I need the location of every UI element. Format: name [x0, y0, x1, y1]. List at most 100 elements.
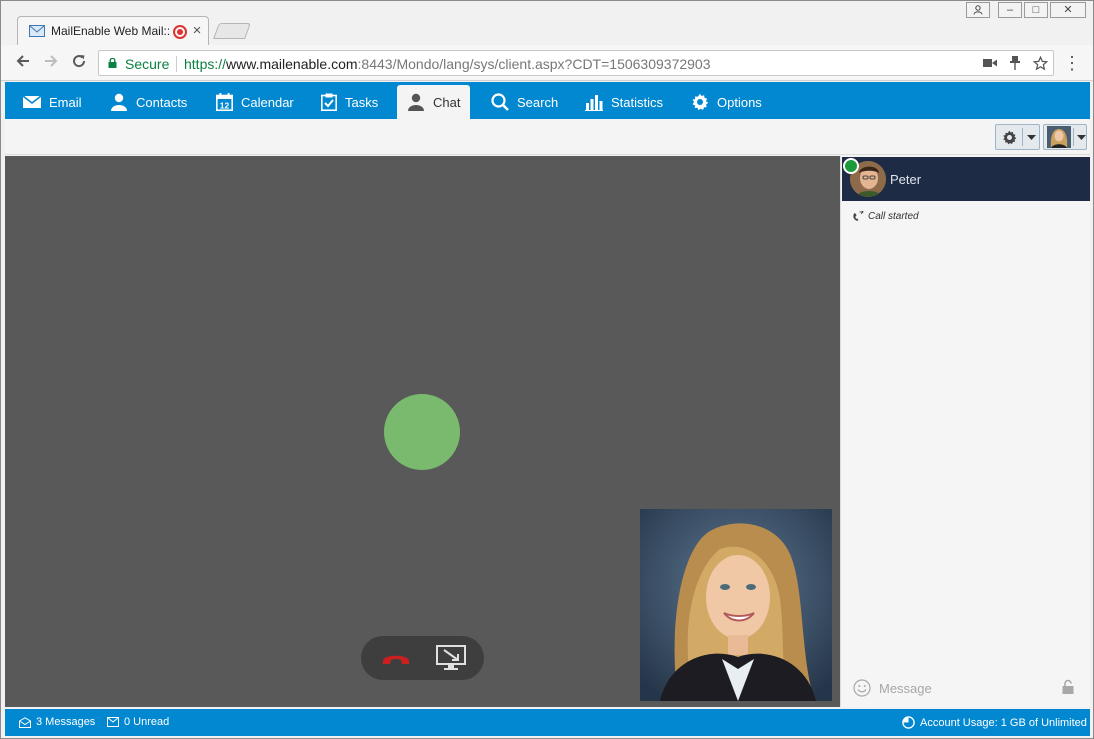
emoji-icon[interactable] — [853, 679, 871, 697]
user-icon — [973, 5, 983, 15]
phone-icon — [853, 211, 864, 221]
gear-icon — [692, 93, 709, 111]
forward-button[interactable] — [40, 52, 62, 74]
nav-options-label: Options — [717, 94, 762, 110]
remote-participant-avatar — [384, 394, 460, 470]
nav-calendar-label: Calendar — [241, 94, 294, 110]
presence-online-indicator — [843, 158, 859, 174]
bookmark-star-icon[interactable] — [1032, 55, 1048, 72]
account-usage-label: Account Usage: 1 GB of Unlimited — [920, 716, 1087, 729]
settings-dropdown-button[interactable] — [995, 124, 1040, 150]
lock-icon — [108, 58, 117, 68]
nav-chat[interactable]: Chat — [397, 85, 471, 119]
envelope-icon — [23, 95, 41, 108]
new-tab-button[interactable] — [213, 23, 251, 39]
status-bar: 3 Messages 0 Unread Account Usage: 1 GB … — [5, 709, 1090, 736]
browser-menu-button[interactable]: ⋮ — [1063, 53, 1081, 73]
call-controls — [361, 636, 484, 680]
contact-name: Peter — [890, 172, 922, 187]
address-bar[interactable]: Secure https://www.mailenable.com:8443/M… — [98, 50, 1054, 76]
divider — [1073, 128, 1074, 146]
arrow-left-icon — [16, 55, 29, 67]
call-started-event: Call started — [853, 211, 919, 222]
screen-share-icon — [436, 645, 466, 670]
tab-close-button[interactable]: × — [190, 22, 204, 40]
browser-toolbar: Secure https://www.mailenable.com:8443/M… — [1, 45, 1093, 81]
maximize-button[interactable]: □ — [1024, 2, 1048, 18]
nav-calendar[interactable]: 12 Calendar — [206, 85, 304, 119]
nav-search-label: Search — [517, 94, 559, 110]
video-call-area — [5, 156, 840, 707]
self-video-image — [640, 509, 832, 701]
divider — [1022, 128, 1023, 146]
nav-email[interactable]: Email — [13, 85, 92, 119]
messages-count[interactable]: 3 Messages — [19, 716, 95, 728]
chat-panel: Peter Call started — [840, 156, 1090, 707]
divider — [176, 56, 177, 72]
tab-strip: MailEnable Web Mail:: S × – □ ✕ — [1, 1, 1093, 46]
avatar — [1047, 126, 1071, 148]
profile-button[interactable] — [966, 2, 990, 18]
nav-statistics[interactable]: Statistics — [575, 85, 673, 119]
nav-contacts-label: Contacts — [136, 94, 188, 110]
url-host: www.mailenable.com — [226, 56, 358, 72]
person-icon — [111, 93, 127, 111]
phone-hangup-icon — [383, 655, 409, 664]
url-path: :8443/Mondo/lang/sys/client.aspx?CDT=150… — [357, 56, 711, 72]
calendar-day: 12 — [220, 100, 230, 110]
nav-search[interactable]: Search — [481, 85, 568, 119]
url-text[interactable]: https://www.mailenable.com:8443/Mondo/la… — [184, 56, 711, 72]
messages-count-label: 3 Messages — [36, 716, 96, 728]
nav-tasks-label: Tasks — [345, 94, 379, 110]
search-icon — [491, 93, 509, 111]
hangup-button[interactable] — [375, 644, 415, 672]
nav-email-label: Email — [49, 94, 82, 110]
browser-tab[interactable]: MailEnable Web Mail:: S × — [17, 16, 209, 46]
nav-options[interactable]: Options — [681, 85, 772, 119]
close-window-button[interactable]: ✕ — [1050, 2, 1086, 18]
reload-icon — [73, 55, 86, 68]
calendar-icon: 12 — [216, 93, 233, 111]
chat-header[interactable]: Peter — [842, 157, 1090, 201]
nav-contacts[interactable]: Contacts — [100, 85, 197, 119]
chevron-down-icon — [1077, 135, 1086, 140]
app-navigation: Email Contacts 12 Calendar Tasks Chat Se… — [5, 82, 1090, 119]
clipboard-icon — [321, 93, 337, 111]
tab-title: MailEnable Web Mail:: S — [51, 24, 169, 38]
arrow-right-icon — [45, 55, 58, 67]
call-started-text: Call started — [868, 211, 919, 222]
recording-indicator-icon — [173, 25, 187, 39]
nav-chat-label: Chat — [433, 94, 461, 110]
pin-glyph — [1010, 56, 1020, 70]
lock-icon[interactable] — [1061, 679, 1075, 695]
reload-button[interactable] — [68, 52, 90, 74]
self-video-preview — [640, 509, 832, 701]
envelope-icon — [29, 25, 45, 37]
browser-window: MailEnable Web Mail:: S × – □ ✕ Secure h… — [0, 0, 1094, 739]
envelope-icon — [107, 717, 119, 727]
message-input[interactable] — [879, 678, 1049, 698]
gear-icon — [1003, 130, 1017, 145]
message-composer — [841, 670, 1091, 706]
account-usage[interactable]: Account Usage: 1 GB of Unlimited — [902, 716, 1087, 729]
unread-count-label: 0 Unread — [124, 716, 170, 728]
chevron-down-icon — [1027, 135, 1036, 140]
secure-label: Secure — [125, 56, 170, 72]
nav-tasks[interactable]: Tasks — [311, 85, 388, 119]
back-button[interactable] — [12, 52, 34, 74]
camera-glyph — [983, 59, 997, 67]
bar-chart-icon — [585, 95, 603, 111]
minimize-button[interactable]: – — [998, 2, 1022, 18]
person-icon — [408, 93, 424, 111]
star-glyph — [1032, 55, 1048, 71]
pin-icon[interactable] — [1007, 56, 1023, 72]
sub-toolbar — [5, 119, 1090, 155]
camera-icon[interactable] — [982, 56, 998, 72]
unread-count[interactable]: 0 Unread — [107, 716, 169, 728]
url-scheme: https:// — [184, 56, 227, 72]
nav-statistics-label: Statistics — [611, 94, 664, 110]
user-menu-button[interactable] — [1043, 124, 1087, 150]
inbox-icon — [19, 716, 31, 728]
pie-chart-icon — [902, 716, 915, 729]
screen-share-button[interactable] — [429, 642, 469, 674]
